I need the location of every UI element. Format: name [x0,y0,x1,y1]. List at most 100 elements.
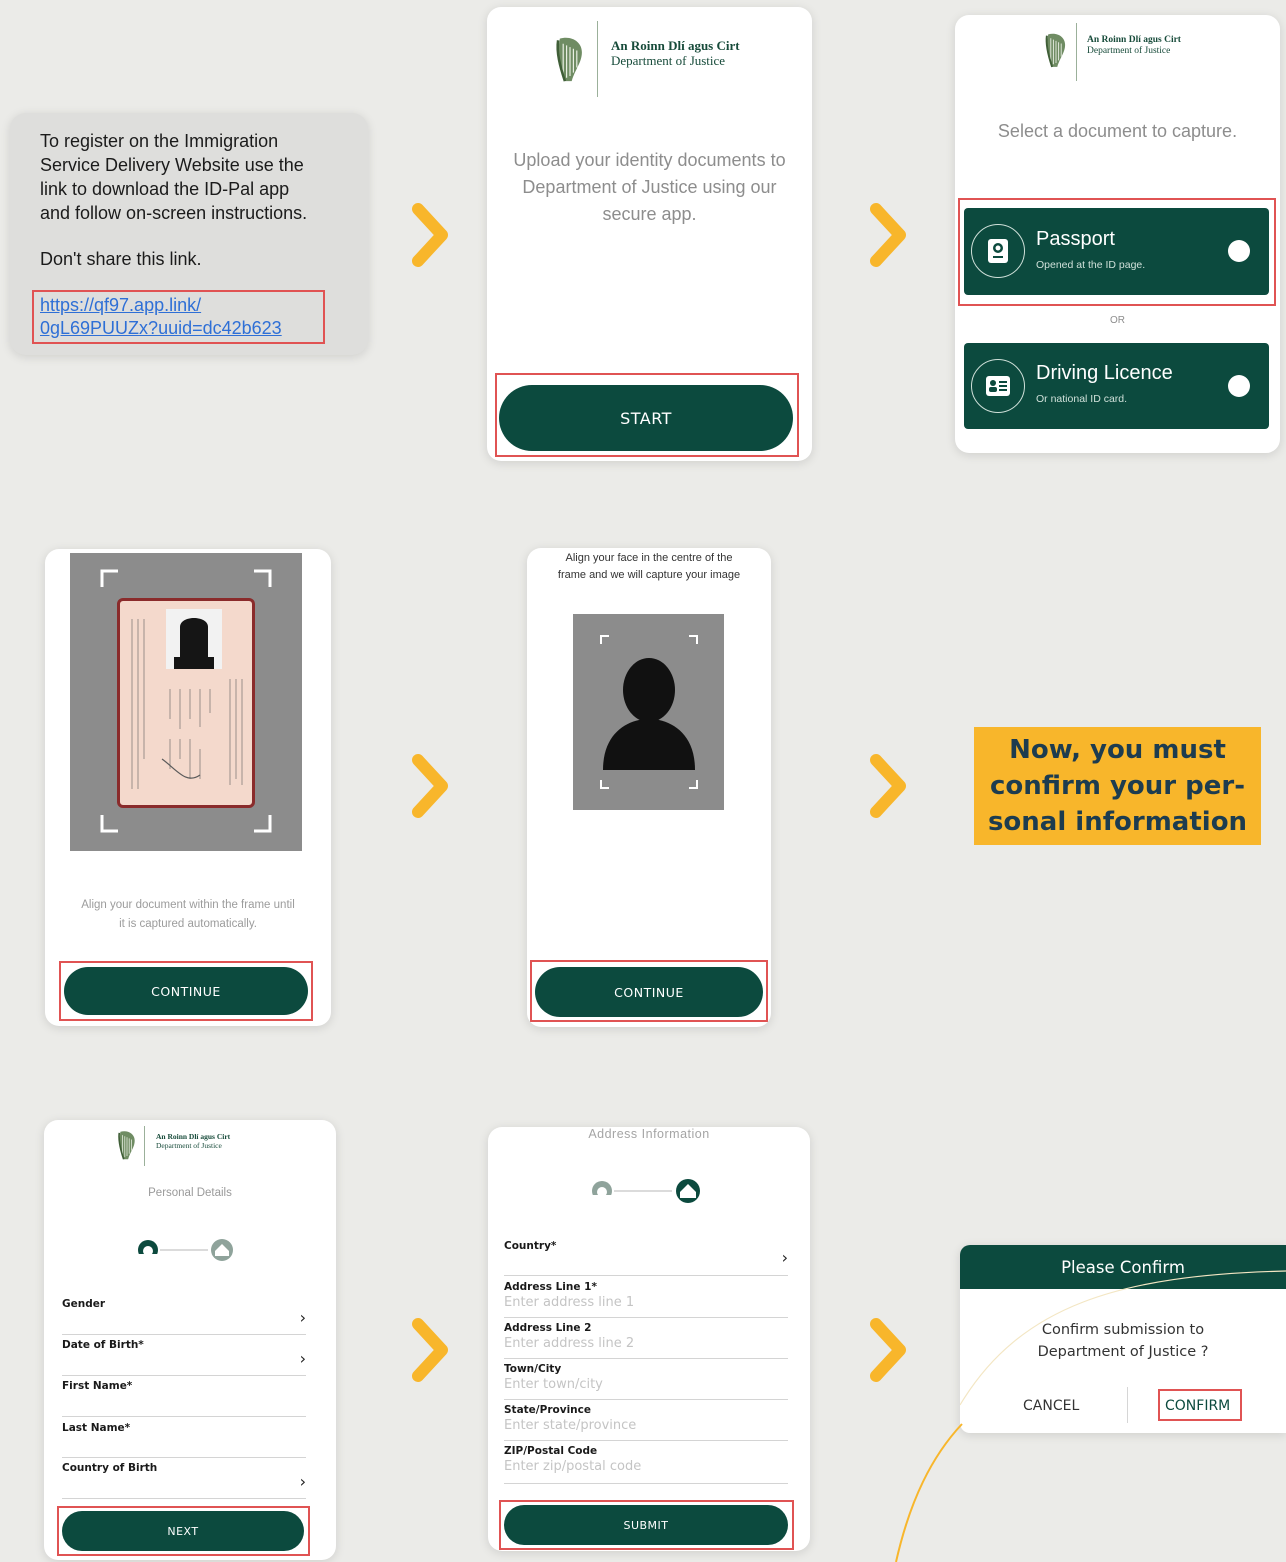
doc-instruction: Align your document within the frame unt… [81,899,295,911]
field-label: Address Line 1* [504,1281,597,1293]
address-info-screen: Address Information Country* › Address L… [488,1127,810,1551]
chevron-right-icon [412,203,448,267]
banner-line: confirm your per- [989,771,1246,801]
address-line-2-field[interactable]: Address Line 2 Enter address line 2 [504,1322,788,1359]
passport-document-image [117,598,255,808]
link-text[interactable]: https://qf97.app.link/ [40,294,282,317]
passport-option[interactable]: Passport Opened at the ID page. [964,208,1269,295]
field-label: Date of Birth* [62,1339,144,1351]
step-indicator [592,1179,700,1205]
first-name-field[interactable]: First Name* [62,1380,306,1417]
licence-title: Driving Licence [1036,362,1173,384]
chevron-right-icon: › [299,1308,306,1327]
zip-postal-field[interactable]: ZIP/Postal Code Enter zip/postal code [504,1445,788,1484]
field-label: Address Line 2 [504,1322,592,1334]
logo-irish: An Roinn Dlí agus Cirt [611,38,740,53]
last-name-field[interactable]: Last Name* [62,1422,306,1458]
passport-subtitle: Opened at the ID page. [1036,259,1146,271]
field-placeholder: Enter address line 1 [504,1295,635,1310]
info-banner: Now, you must confirm your per- sonal in… [974,727,1261,845]
start-message: secure app. [602,204,697,224]
logo-divider [1076,23,1077,81]
sms-message-card: To register on the Immigration Service D… [10,113,368,355]
download-link[interactable]: https://qf97.app.link/ 0gL69PUUZx?uuid=d… [40,294,282,340]
logo-irish: An Roinn Dlí agus Cirt [1087,35,1181,45]
decorative-line [895,1423,963,1562]
field-label: Country of Birth [62,1462,158,1474]
logo-divider [144,1126,145,1166]
face-capture-screen: Align your face in the centre of the fra… [527,548,771,1027]
field-label: Gender [62,1298,106,1310]
select-title: Select a document to capture. [997,121,1238,141]
chevron-right-icon [412,754,448,818]
licence-subtitle: Or national ID card. [1036,393,1128,405]
start-button[interactable]: START [499,385,793,451]
doc-instruction: it is captured automatically. [119,918,257,930]
face-instruction: Align your face in the centre of the [565,552,733,564]
start-screen: An Roinn Dlí agus Cirt Department of Jus… [487,7,812,461]
field-placeholder: Enter town/city [504,1377,603,1392]
personal-details-screen: An Roinn Dlí agus Cirt Department of Jus… [44,1120,336,1560]
field-label: Town/City [504,1363,562,1375]
face-silhouette-icon [603,658,695,770]
start-message: Department of Justice using our [522,177,777,197]
submit-button[interactable]: SUBMIT [504,1505,788,1545]
address-line-1-field[interactable]: Address Line 1* Enter address line 1 [504,1281,788,1318]
continue-button[interactable]: CONTINUE [64,967,308,1015]
dialog-header: Please Confirm [960,1245,1286,1289]
confirm-dialog: Please Confirm Confirm submission to Dep… [960,1245,1286,1433]
passport-title: Passport [1036,228,1115,250]
logo-divider [597,21,598,97]
chevron-right-icon [870,754,906,818]
chevron-right-icon: › [299,1472,306,1491]
continue-button[interactable]: CONTINUE [535,967,763,1017]
date-of-birth-field[interactable]: Date of Birth* › [62,1339,306,1376]
banner-line: sonal information [987,807,1248,837]
dialog-message: Confirm submission to [1041,1322,1205,1338]
field-placeholder: Enter address line 2 [504,1336,635,1351]
field-label: First Name* [62,1380,133,1392]
cancel-button[interactable]: CANCEL [1023,1398,1079,1414]
link-text[interactable]: 0gL69PUUZx?uuid=dc42b623 [40,317,282,340]
field-label: State/Province [504,1404,591,1416]
logo-english: Department of Justice [156,1141,222,1150]
passport-icon [988,239,1008,263]
dialog-message: Department of Justice ? [1037,1344,1209,1360]
sms-warning: Don't share this link. [40,249,202,269]
harp-logo-icon [553,29,587,89]
gender-field[interactable]: Gender › [62,1298,306,1335]
country-of-birth-field[interactable]: Country of Birth › [62,1462,306,1499]
chevron-right-icon [412,1318,448,1382]
banner-line: Now, you must [1009,735,1226,765]
country-field[interactable]: Country* › [504,1240,788,1276]
step-indicator [138,1239,233,1264]
licence-radio[interactable] [1228,375,1250,397]
field-label: Country* [504,1240,557,1252]
personal-details-title: Personal Details [148,1187,232,1199]
confirm-button[interactable]: CONFIRM [1165,1398,1230,1414]
start-message: Upload your identity documents to [513,150,786,170]
sms-line: To register on the Immigration [40,131,279,151]
or-divider-label: OR [1110,315,1125,326]
face-instruction: frame and we will capture your image [557,569,741,581]
passport-radio[interactable] [1228,240,1250,262]
driving-licence-option[interactable]: Driving Licence Or national ID card. [964,343,1269,429]
select-document-screen: An Roinn Dlí agus Cirt Department of Jus… [955,15,1280,453]
document-capture-screen: Align your document within the frame unt… [45,549,331,1026]
logo-english: Department of Justice [1087,46,1171,56]
field-label: Last Name* [62,1422,131,1434]
town-city-field[interactable]: Town/City Enter town/city [504,1363,788,1400]
sms-line: Service Delivery Website use the [40,155,304,175]
camera-frame [70,553,302,851]
next-button[interactable]: NEXT [62,1511,304,1551]
harp-logo-icon [1043,27,1069,73]
chevron-right-icon: › [299,1349,306,1368]
field-placeholder: Enter zip/postal code [504,1459,642,1474]
passport-text-lines [131,619,243,789]
dialog-title: Please Confirm [1061,1257,1185,1277]
field-label: ZIP/Postal Code [504,1445,598,1457]
sms-line: and follow on-screen instructions. [40,203,308,223]
state-province-field[interactable]: State/Province Enter state/province [504,1404,788,1441]
chevron-right-icon [870,1318,906,1382]
sms-line: link to download the ID-Pal app [40,179,290,199]
